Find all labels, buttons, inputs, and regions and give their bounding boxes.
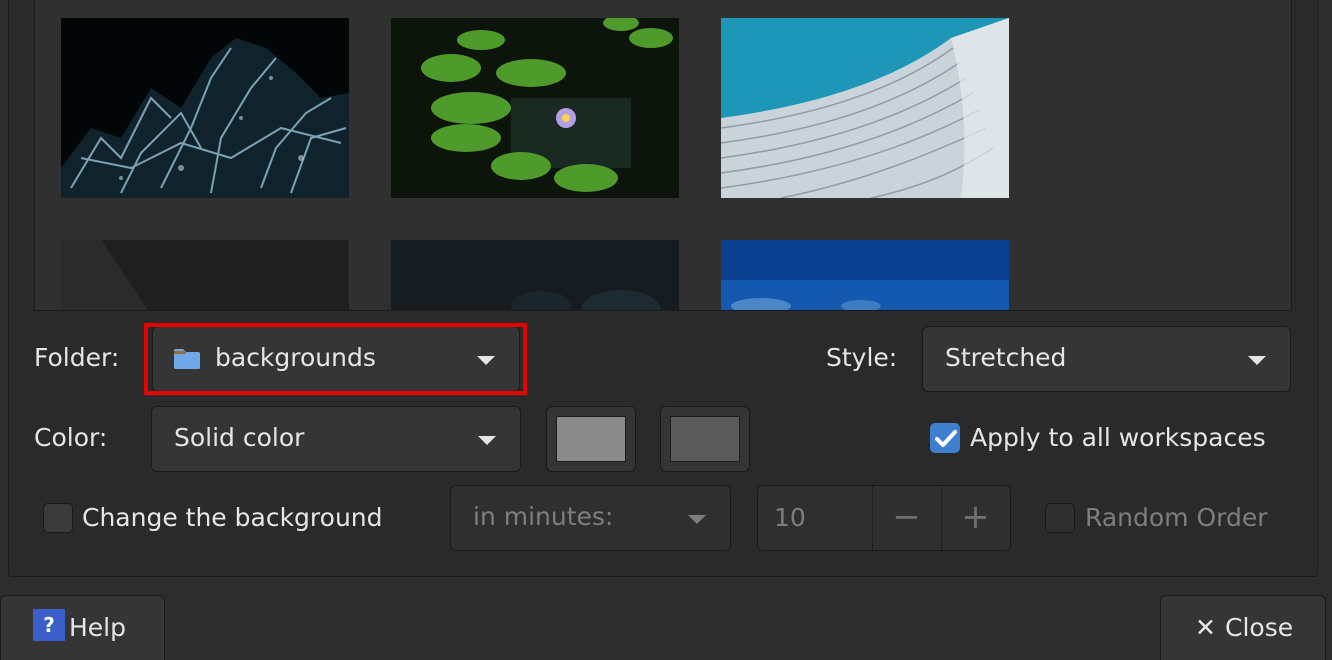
primary-color-swatch [556, 416, 626, 462]
wallpaper-thumb-5[interactable] [391, 240, 679, 310]
primary-color-button[interactable] [546, 406, 636, 472]
close-button[interactable]: ✕ Close [1160, 595, 1326, 660]
wallpaper-thumb-2[interactable] [391, 18, 679, 198]
close-label: Close [1225, 613, 1294, 642]
style-combo[interactable]: Stretched [922, 326, 1291, 392]
apply-all-label[interactable]: Apply to all workspaces [970, 423, 1266, 452]
style-label: Style: [826, 343, 898, 372]
random-order-checkbox[interactable] [1045, 503, 1075, 533]
help-button[interactable]: ? Help [0, 595, 165, 660]
minutes-spinbox[interactable]: 10 − + [757, 485, 1011, 551]
help-label: Help [69, 613, 126, 642]
checkmark-icon [935, 430, 957, 447]
minus-icon[interactable]: − [872, 486, 941, 550]
chevron-down-icon [478, 436, 496, 445]
chevron-down-icon [1248, 356, 1266, 365]
help-icon: ? [33, 609, 65, 641]
color-combo[interactable]: Solid color [151, 406, 521, 472]
plus-icon[interactable]: + [941, 486, 1010, 550]
apply-all-checkbox[interactable] [930, 423, 960, 453]
minutes-value[interactable]: 10 [774, 503, 806, 532]
wallpaper-thumb-6[interactable] [721, 240, 1009, 310]
secondary-color-swatch [670, 416, 740, 462]
wallpaper-thumb-4[interactable] [61, 240, 349, 310]
chevron-down-icon [688, 515, 706, 524]
wallpaper-thumb-1[interactable] [61, 18, 349, 198]
style-value: Stretched [945, 343, 1067, 372]
secondary-color-button[interactable] [660, 406, 750, 472]
folder-label: Folder: [34, 343, 120, 372]
color-label: Color: [34, 423, 108, 452]
change-background-checkbox[interactable] [43, 503, 73, 533]
interval-value: in minutes: [473, 502, 614, 531]
wallpaper-gallery[interactable] [34, 0, 1292, 311]
change-background-label[interactable]: Change the background [82, 503, 383, 532]
color-value: Solid color [174, 423, 305, 452]
wallpaper-thumb-3[interactable] [721, 18, 1009, 198]
interval-combo[interactable]: in minutes: [450, 485, 731, 551]
close-icon: ✕ [1195, 613, 1216, 642]
random-order-label[interactable]: Random Order [1085, 503, 1268, 532]
highlight-box [144, 323, 527, 395]
